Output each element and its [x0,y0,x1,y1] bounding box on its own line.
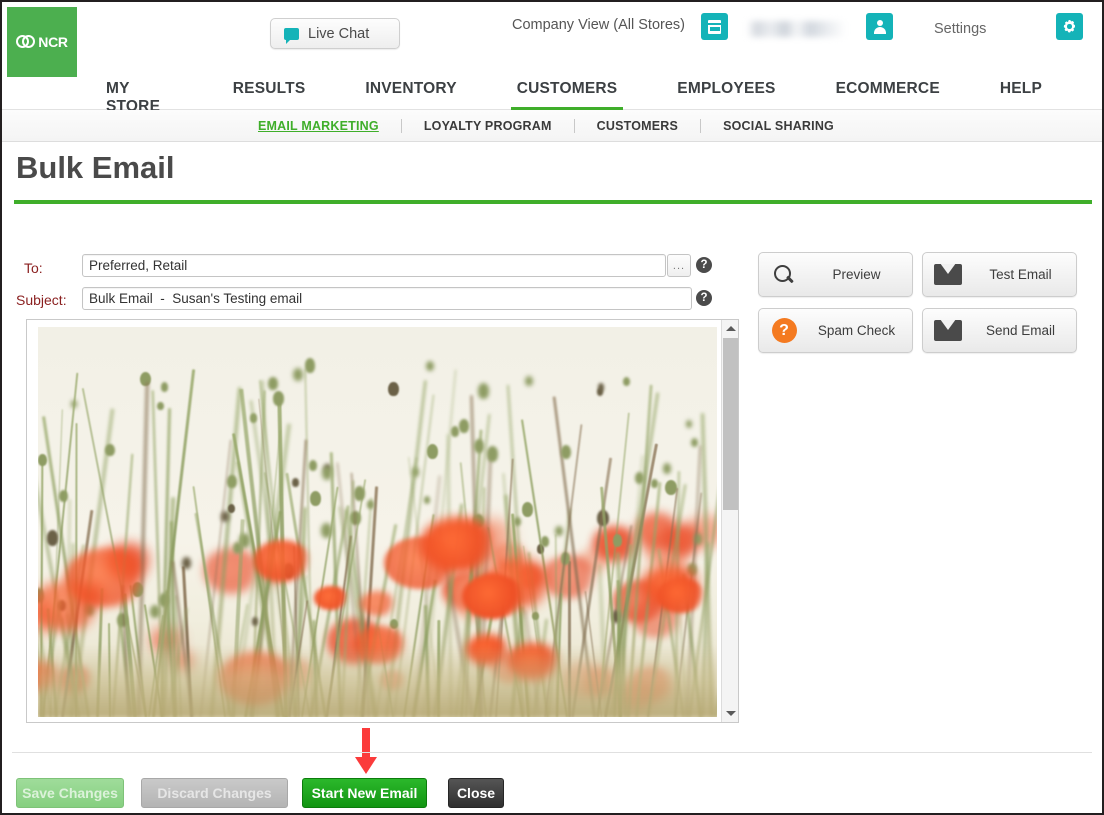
preview-button[interactable]: Preview [758,252,913,297]
to-input[interactable] [82,254,666,277]
triangle-down-icon[interactable] [722,705,739,722]
test-email-button[interactable]: Test Email [922,252,1077,297]
username-redacted [747,21,847,37]
subject-help-icon[interactable]: ? [696,290,712,306]
subnav-separator [400,118,402,133]
preview-button-label: Preview [832,267,881,282]
nav-item-customers[interactable]: CUSTOMERS [510,78,623,111]
email-content-preview-panel [26,319,739,723]
nav-item-inventory[interactable]: INVENTORY [365,78,456,109]
subnav-separator [700,118,702,133]
subject-input[interactable] [82,287,692,310]
ncr-logo-mark: NCR [16,34,68,50]
send-email-button[interactable]: Send Email [922,308,1077,353]
top-header: NCR Live Chat Company View (All Stores) … [2,2,1102,78]
chat-bubble-icon [284,27,299,44]
spam-check-button-label: Spam Check [817,323,896,338]
subnav-item-social-sharing[interactable]: SOCIAL SHARING [723,119,834,133]
subject-label: Subject: [16,292,67,308]
gear-icon[interactable] [1056,13,1083,40]
to-label: To: [24,260,43,276]
application-window: NCR Live Chat Company View (All Stores) … [0,0,1104,815]
ncr-logo-text: NCR [38,34,68,50]
footer-divider [12,752,1092,753]
nav-item-my-store[interactable]: MY STORE [106,78,173,115]
close-button[interactable]: Close [448,778,504,808]
subnav-item-loyalty-program[interactable]: LOYALTY PROGRAM [424,119,552,133]
settings-label[interactable]: Settings [934,21,986,37]
live-chat-label: Live Chat [308,25,370,42]
person-icon[interactable] [866,13,893,40]
nav-item-employees[interactable]: EMPLOYEES [677,78,775,109]
page-title: Bulk Email [16,150,175,185]
test-email-button-label: Test Email [989,267,1052,282]
to-picker-button[interactable]: ... [667,254,691,277]
interlocking-rings-icon [16,35,36,49]
save-changes-button: Save Changes [16,778,124,808]
envelope-icon [923,320,973,341]
start-new-email-button[interactable]: Start New Email [302,778,427,808]
sub-navigation: EMAIL MARKETING LOYALTY PROGRAM CUSTOMERS S… [2,110,1102,142]
search-icon [759,264,809,286]
nav-item-help[interactable]: HELP [1000,78,1042,109]
live-chat-button[interactable]: Live Chat [270,18,400,49]
nav-item-results[interactable]: RESULTS [233,78,306,109]
envelope-icon [923,264,973,285]
scrollbar-thumb[interactable] [723,338,738,510]
red-down-arrow-annotation [355,728,377,774]
to-help-icon[interactable]: ? [696,257,712,273]
poppy-field-image [38,327,717,717]
question-circle-icon: ? [759,318,809,343]
email-content-canvas[interactable] [38,327,717,717]
company-view-label: Company View (All Stores) [512,17,685,33]
discard-changes-button: Discard Changes [141,778,288,808]
send-email-button-label: Send Email [985,323,1056,338]
ncr-logo[interactable]: NCR [7,7,77,77]
nav-item-ecommerce[interactable]: ECOMMERCE [836,78,940,109]
subnav-item-customers[interactable]: CUSTOMERS [597,119,678,133]
triangle-up-icon[interactable] [722,320,739,337]
preview-scrollbar[interactable] [721,320,738,722]
title-divider [14,200,1092,204]
subnav-separator [573,118,575,133]
spam-check-button[interactable]: ? Spam Check [758,308,913,353]
store-icon[interactable] [701,13,728,40]
subnav-item-email-marketing[interactable]: EMAIL MARKETING [258,119,379,133]
main-navigation: MY STORE RESULTS INVENTORY CUSTOMERS EMPLOYE… [2,78,1102,115]
